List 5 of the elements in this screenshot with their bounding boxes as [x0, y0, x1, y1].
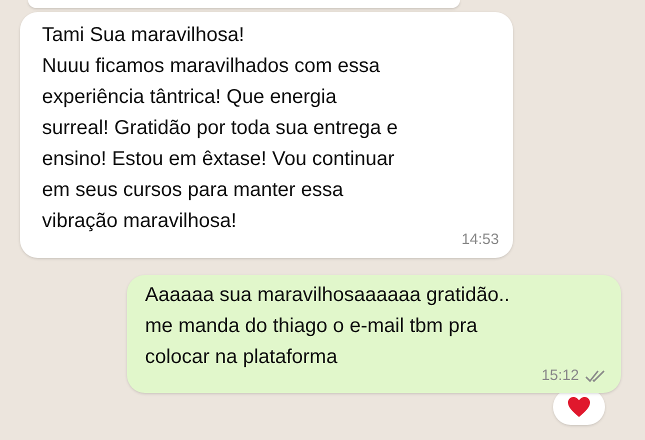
message-text: Aaaaaa sua maravilhosaaaaaa gratidão.. me manda do thiago o e-mail tbm pra colocar na plataforma — [145, 282, 511, 370]
message-time: 15:12 — [541, 366, 579, 386]
message-text: Tami Sua maravilhosa! Nuuu ficamos maravilhados com essa experiência tântrica! Que energia surreal! Gratidão por toda sua entrega e ensino! Estou em êxtase! Vou continuar em seus cursos para manter essa vibração maravilhosa! — [42, 23, 399, 234]
heart-icon — [567, 396, 591, 418]
message-time: 14:53 — [461, 230, 499, 250]
